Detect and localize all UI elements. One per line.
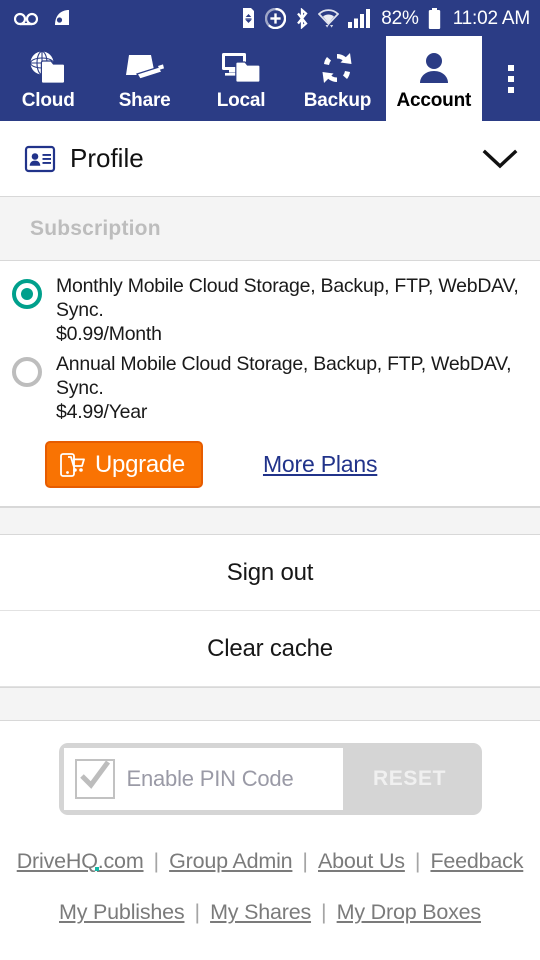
footer: DriveHQ.com | Group Admin | About Us | F…: [0, 815, 540, 925]
footer-link-my-drop-boxes[interactable]: My Drop Boxes: [337, 900, 482, 925]
subscription-plan-list: Monthly Mobile Cloud Storage, Backup, FT…: [0, 261, 540, 427]
tab-share-label: Share: [118, 89, 171, 111]
tab-share[interactable]: Share: [96, 36, 192, 121]
spacer-band-lower: [0, 687, 540, 721]
tab-account-label: Account: [396, 89, 472, 111]
subscription-header-label: Subscription: [30, 216, 161, 240]
plan-option-monthly[interactable]: Monthly Mobile Cloud Storage, Backup, FT…: [0, 271, 540, 349]
footer-link-drivehq[interactable]: DriveHQ.com: [17, 849, 144, 874]
bluetooth-icon: [297, 7, 308, 29]
tab-backup-label: Backup: [303, 89, 372, 111]
contact-card-icon: [24, 145, 56, 172]
footer-separator: |: [414, 849, 421, 873]
plan-annual-text: Annual Mobile Cloud Storage, Backup, FTP…: [56, 352, 526, 424]
pin-reset-button[interactable]: RESET: [343, 748, 477, 810]
status-bar-left: [14, 9, 72, 28]
battery-percent: 82%: [381, 7, 419, 29]
local-monitor-icon: [220, 48, 262, 88]
spacer-band-upper: [0, 507, 540, 535]
enable-pin-field[interactable]: Enable PIN Code: [63, 748, 343, 810]
footer-link-drivehq-label: DriveHQ.com: [16, 849, 144, 873]
sign-out-row[interactable]: Sign out: [0, 535, 540, 611]
share-folder-icon: [124, 48, 166, 88]
more-options-icon[interactable]: [482, 36, 540, 121]
plan-annual-line1: Annual Mobile Cloud Storage, Backup, FTP…: [56, 353, 512, 399]
footer-separator: |: [194, 900, 201, 924]
tab-cloud[interactable]: Cloud: [0, 36, 96, 121]
subscription-section-header: Subscription: [0, 197, 540, 261]
cloud-folder-icon: [27, 48, 69, 88]
footer-link-group-admin[interactable]: Group Admin: [169, 849, 292, 874]
footer-separator: |: [321, 900, 327, 924]
chevron-down-icon[interactable]: [482, 148, 518, 170]
plan-annual-line2: $4.99/Year: [56, 401, 148, 423]
page-title: Profile: [70, 143, 144, 173]
main-tab-bar: Cloud Share Local Backup Account: [0, 36, 540, 121]
tab-local[interactable]: Local: [193, 36, 289, 121]
clear-cache-row[interactable]: Clear cache: [0, 611, 540, 687]
sd-card-icon: [243, 8, 255, 28]
account-person-icon: [416, 48, 452, 88]
upgrade-button-label: Upgrade: [95, 450, 185, 478]
data-saver-icon: [55, 9, 69, 25]
dot: [508, 64, 515, 71]
profile-section-header[interactable]: Profile: [0, 121, 540, 197]
plan-monthly-text: Monthly Mobile Cloud Storage, Backup, FT…: [56, 274, 526, 346]
upgrade-button[interactable]: Upgrade: [45, 441, 203, 488]
footer-row-primary: DriveHQ.com | Group Admin | About Us | F…: [0, 849, 540, 874]
battery-icon: [428, 7, 440, 29]
status-bar-right: 82% 11:02 AM: [241, 7, 530, 29]
status-bar: 82% 11:02 AM: [0, 0, 540, 36]
enable-pin-label: Enable PIN Code: [126, 766, 294, 791]
footer-link-my-shares[interactable]: My Shares: [210, 900, 311, 925]
radio-monthly[interactable]: [12, 279, 42, 309]
footer-separator: |: [153, 849, 160, 873]
pin-control-group: Enable PIN Code RESET: [58, 743, 482, 815]
cellular-signal-icon: [348, 8, 371, 28]
footer-link-about-us[interactable]: About Us: [318, 849, 405, 874]
plan-option-annual[interactable]: Annual Mobile Cloud Storage, Backup, FTP…: [0, 349, 540, 427]
tab-local-label: Local: [216, 89, 266, 111]
tab-account[interactable]: Account: [385, 36, 483, 121]
drivehq-accent-dot: [94, 867, 99, 871]
backup-sync-icon: [317, 48, 357, 88]
voicemail-icon: [14, 12, 38, 26]
footer-link-feedback[interactable]: Feedback: [430, 849, 523, 874]
sign-out-label: Sign out: [226, 558, 314, 586]
mobile-cart-icon: [60, 453, 85, 477]
dot: [508, 75, 515, 82]
wifi-icon: [318, 9, 340, 28]
tab-backup[interactable]: Backup: [289, 36, 385, 121]
footer-row-secondary: My Publishes | My Shares | My Drop Boxes: [0, 900, 540, 925]
dot: [508, 86, 515, 93]
status-clock: 11:02 AM: [452, 7, 530, 29]
enable-pin-checkbox[interactable]: [74, 759, 115, 799]
upgrade-action-row: Upgrade More Plans: [0, 427, 540, 507]
clear-cache-label: Clear cache: [207, 634, 333, 662]
more-plans-link[interactable]: More Plans: [263, 451, 378, 478]
pin-section: Enable PIN Code RESET: [0, 721, 540, 815]
radio-annual[interactable]: [12, 357, 42, 387]
do-not-disturb-icon: [265, 7, 287, 29]
plan-monthly-line2: $0.99/Month: [56, 323, 162, 345]
plan-monthly-line1: Monthly Mobile Cloud Storage, Backup, FT…: [56, 275, 519, 321]
tab-cloud-label: Cloud: [21, 89, 75, 111]
footer-link-my-publishes[interactable]: My Publishes: [59, 900, 185, 925]
footer-separator: |: [302, 849, 309, 873]
pin-reset-label: RESET: [372, 767, 446, 790]
